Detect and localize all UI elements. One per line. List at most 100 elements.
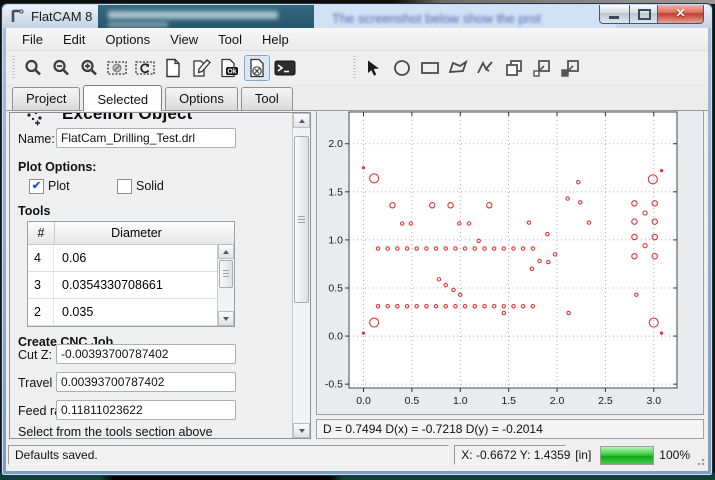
cursor-coordinates: X: -0.6672 Y: 1.4359 <box>454 445 566 465</box>
cut-z-input[interactable] <box>56 344 236 364</box>
close-button[interactable]: ✕ <box>658 5 704 24</box>
window-title: FlatCAM 8 <box>31 9 92 24</box>
clear-plot-icon <box>106 58 128 78</box>
copy-object-button[interactable] <box>501 55 527 81</box>
save-ok-icon: Ok <box>219 58 239 78</box>
zoom-fit-icon <box>23 58 43 78</box>
pointer-icon <box>365 59 383 77</box>
svg-text:0.5: 0.5 <box>405 395 420 407</box>
draw-rectangle-button[interactable] <box>417 55 443 81</box>
tab-selected[interactable]: Selected <box>83 85 162 111</box>
resize-grip[interactable] <box>695 456 705 466</box>
zoom-fit-button[interactable] <box>20 55 46 81</box>
zoom-out-button[interactable] <box>48 55 74 81</box>
draw-circle-button[interactable] <box>389 55 415 81</box>
svg-text:Ok: Ok <box>227 68 236 75</box>
tool-number-header[interactable]: # <box>28 222 55 244</box>
pointer-tool-button[interactable] <box>361 55 387 81</box>
plot-checkbox-label[interactable]: Plot <box>48 179 70 193</box>
menu-tool[interactable]: Tool <box>208 29 252 50</box>
draw-polyline-button[interactable] <box>473 55 499 81</box>
save-project-button[interactable]: Ok <box>216 55 242 81</box>
drill-hole-point <box>660 332 662 334</box>
minimize-icon <box>609 16 619 19</box>
feed-rate-input[interactable] <box>56 400 236 420</box>
tab-project[interactable]: Project <box>12 87 80 110</box>
menu-edit[interactable]: Edit <box>53 29 95 50</box>
zoom-in-button[interactable] <box>76 55 102 81</box>
maximize-icon <box>638 9 651 20</box>
new-project-button[interactable] <box>160 55 186 81</box>
tool-diameter-header[interactable]: Diameter <box>55 222 218 244</box>
name-input[interactable] <box>56 128 236 148</box>
replot-button[interactable] <box>132 55 158 81</box>
move-copy-icon <box>559 58 581 78</box>
tools-table-scrollbar[interactable] <box>217 244 234 326</box>
menu-view[interactable]: View <box>160 29 208 50</box>
toolbar-handle-2[interactable] <box>351 56 358 80</box>
tool-row[interactable]: 30.0354330708661 <box>28 272 234 299</box>
flatcam-logo-icon <box>10 8 26 24</box>
progress-percent: 100% <box>659 448 690 462</box>
svg-text:3.0: 3.0 <box>646 395 661 407</box>
plot-checkbox[interactable]: ✔ <box>29 179 44 194</box>
glass-reflection-teal <box>98 5 314 28</box>
selected-object-panel: Excellon Object Name: Plot Options: ✔ Pl… <box>9 112 311 439</box>
menu-help[interactable]: Help <box>252 29 299 50</box>
svg-text:1.0: 1.0 <box>328 234 343 246</box>
solid-checkbox-label[interactable]: Solid <box>136 179 164 193</box>
maximize-button[interactable] <box>630 5 658 24</box>
name-label: Name: <box>18 132 55 146</box>
rectangle-tool-icon <box>419 58 441 78</box>
draw-polygon-button[interactable] <box>445 55 471 81</box>
cut-z-label: Cut Z: <box>18 348 52 362</box>
drill-hole-point <box>362 167 364 169</box>
svg-text:0.0: 0.0 <box>328 331 343 343</box>
move-object-button[interactable] <box>529 55 555 81</box>
scroll-up-icon[interactable] <box>218 244 234 259</box>
delete-object-icon <box>247 58 267 78</box>
shell-button[interactable] <box>272 55 298 81</box>
tab-tool[interactable]: Tool <box>241 87 293 110</box>
terminal-icon <box>274 59 296 77</box>
scrollbar-thumb[interactable] <box>294 136 309 303</box>
scroll-up-icon[interactable] <box>293 113 310 128</box>
svg-text:2.0: 2.0 <box>550 395 565 407</box>
open-project-button[interactable] <box>188 55 214 81</box>
measurement-readout: D = 0.7494 D(x) = -0.7218 D(y) = -0.2014 <box>316 419 704 439</box>
scroll-down-icon[interactable] <box>293 423 310 438</box>
minimize-button[interactable] <box>599 5 630 24</box>
flatcam-window: The screenshot below show the prot FlatC… <box>1 3 713 476</box>
circle-tool-icon <box>392 58 412 78</box>
tools-table-header: # Diameter <box>28 222 234 245</box>
progress-bar <box>600 446 654 465</box>
menu-options[interactable]: Options <box>95 29 160 50</box>
client-area: File Edit Options View Tool Help <box>6 28 708 471</box>
svg-text:1.5: 1.5 <box>501 395 516 407</box>
plot-options-label: Plot Options: <box>18 160 96 174</box>
tools-table[interactable]: # Diameter 40.0630.035433070866120.035 <box>27 221 235 327</box>
titlebar[interactable]: The screenshot below show the prot FlatC… <box>3 5 711 28</box>
clear-plot-button[interactable] <box>104 55 130 81</box>
plot-canvas[interactable]: 0.00.51.01.52.02.53.0-0.50.00.51.01.52.0 <box>316 108 704 415</box>
scroll-down-icon[interactable] <box>218 311 234 326</box>
tools-label: Tools <box>18 204 50 218</box>
panel-scrollbar[interactable] <box>292 113 310 438</box>
scrollbar-thumb[interactable] <box>219 260 233 288</box>
polygon-tool-icon <box>447 58 469 78</box>
glass-reflection-light: The screenshot below show the prot <box>314 5 616 28</box>
move-copy-object-button[interactable] <box>557 55 583 81</box>
delete-object-button[interactable] <box>244 55 270 81</box>
travel-z-input[interactable] <box>56 372 236 392</box>
tab-options[interactable]: Options <box>165 87 238 110</box>
zoom-in-icon <box>79 58 99 78</box>
toolbar-handle[interactable] <box>10 56 17 80</box>
solid-checkbox[interactable] <box>117 179 132 194</box>
polyline-tool-icon <box>475 58 497 78</box>
tool-row[interactable]: 40.06 <box>28 245 234 272</box>
drill-scatter-plot[interactable]: 0.00.51.01.52.02.53.0-0.50.00.51.01.52.0 <box>317 109 703 414</box>
menu-bar: File Edit Options View Tool Help <box>6 28 708 51</box>
svg-text:0.5: 0.5 <box>328 282 343 294</box>
tool-row[interactable]: 20.035 <box>28 299 234 326</box>
menu-file[interactable]: File <box>12 29 53 50</box>
